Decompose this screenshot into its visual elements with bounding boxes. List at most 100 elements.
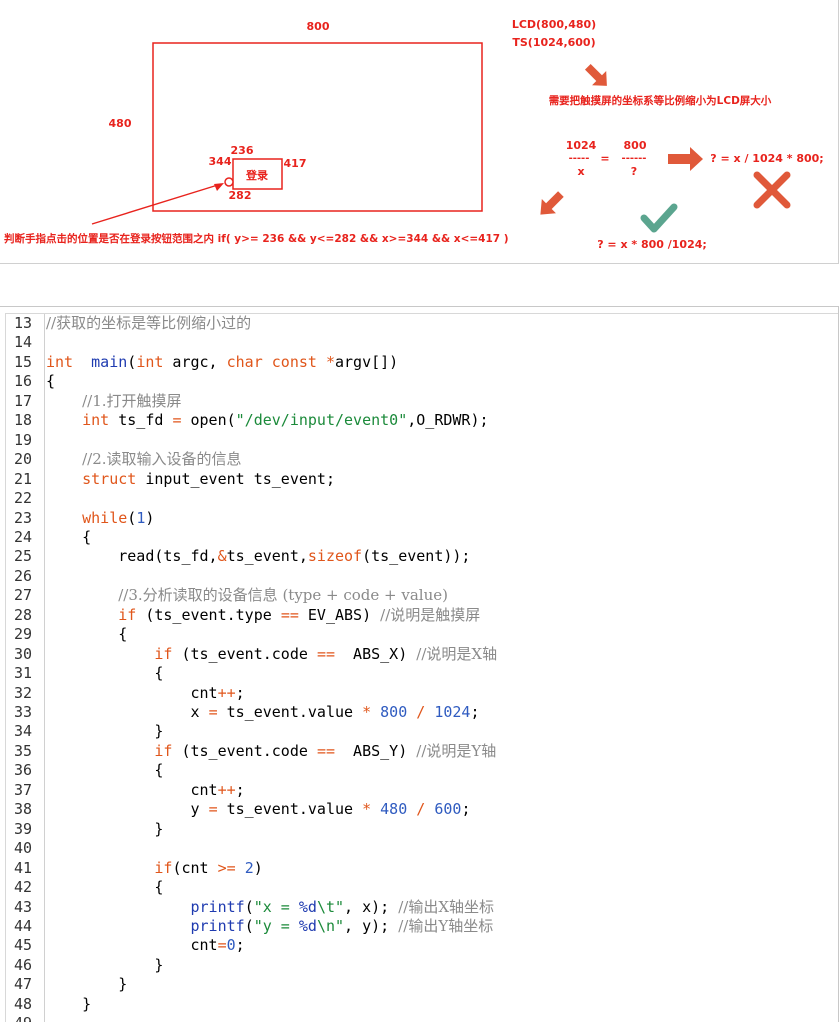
- code-token: =: [208, 800, 218, 819]
- code-token: ts_event,: [226, 547, 308, 566]
- code-line: 47 }: [6, 975, 127, 994]
- code-token: cnt: [46, 936, 218, 955]
- code-text: if (ts_event.type == EV_ABS) //说明是触摸屏: [46, 606, 480, 624]
- code-line: 29 {: [6, 625, 127, 644]
- code-text: //获取的坐标是等比例缩小过的: [46, 314, 251, 332]
- code-line: 22: [6, 489, 46, 508]
- line-number: 16: [13, 372, 33, 391]
- code-line: 25 read(ts_fd,&ts_event,sizeof(ts_event)…: [6, 547, 471, 566]
- line-number: 26: [13, 566, 33, 585]
- arrow-right-icon: [668, 147, 703, 171]
- code-token: {: [46, 878, 164, 897]
- code-line: 39 }: [6, 820, 163, 839]
- code-token: ;: [235, 936, 245, 955]
- code-token: ,O_RDWR);: [407, 411, 489, 430]
- code-token: argv[]): [335, 352, 399, 371]
- btn-right-label: 417: [284, 157, 307, 170]
- btn-bottom-label: 282: [229, 189, 252, 202]
- code-token: }: [46, 819, 164, 838]
- code-token: (: [244, 897, 254, 916]
- line-number: 35: [13, 741, 33, 760]
- code-line: 19: [6, 431, 46, 450]
- code-text: }: [46, 820, 163, 838]
- line-number: 34: [13, 722, 33, 741]
- code-token: 1: [136, 508, 146, 527]
- code-token: int: [46, 352, 74, 371]
- code-token: if: [118, 605, 137, 624]
- code-line: 38 y = ts_event.value * 480 / 600;: [6, 800, 471, 819]
- code-line: 34 }: [6, 722, 163, 741]
- code-line: 26: [6, 567, 46, 586]
- code-token: , x);: [344, 897, 399, 916]
- line-number: 41: [13, 858, 33, 877]
- code-text: if(cnt >= 2): [46, 858, 262, 877]
- line-number: 38: [13, 800, 33, 819]
- code-token: *: [362, 703, 372, 721]
- code-token: 0: [226, 936, 236, 955]
- code-token: 1024: [434, 703, 471, 721]
- code-line: 37 cnt++;: [6, 781, 245, 800]
- line-number: 32: [13, 683, 33, 702]
- code-token: printf: [190, 897, 245, 916]
- code-token: argc,: [163, 352, 227, 371]
- height-label: 480: [109, 117, 132, 130]
- line-number: 27: [13, 586, 33, 605]
- code-token: {: [46, 527, 92, 546]
- code-token: //1.打开触摸屏: [82, 391, 182, 410]
- right-formula: ? = x * 800 /1024;: [597, 238, 707, 251]
- line-number: 43: [13, 897, 33, 916]
- code-token: {: [46, 625, 128, 644]
- code-line: 45 cnt=0;: [6, 936, 245, 955]
- code-token: (ts_event.code: [172, 741, 317, 760]
- code-token: struct: [82, 469, 137, 488]
- code-text: printf("x = %d\t", x); //输出X轴坐标: [46, 897, 495, 916]
- code-text: {: [46, 528, 91, 546]
- code-token: 2: [244, 858, 254, 877]
- code-token: \n": [316, 916, 345, 935]
- line-number: 33: [13, 703, 33, 721]
- line-number: 21: [13, 469, 33, 488]
- code-line: 13 //获取的坐标是等比例缩小过的: [6, 314, 251, 333]
- code-token: ABS_X): [335, 644, 417, 663]
- code-text: {: [46, 625, 127, 643]
- line-number: 40: [13, 839, 33, 858]
- code-token: "/dev/input/event0": [235, 411, 408, 430]
- code-token: (ts_event.code: [172, 644, 317, 663]
- code-line: 32 cnt++;: [6, 684, 245, 703]
- code-token: %d: [298, 916, 317, 935]
- line-number: 20: [13, 450, 33, 469]
- frac-right-numerator: 800: [624, 139, 647, 152]
- code-token: if: [154, 644, 173, 663]
- code-token: 800: [380, 703, 408, 721]
- frac-right-dash: ------: [622, 153, 647, 164]
- code-text: {: [46, 878, 163, 896]
- code-text: x = ts_event.value * 800 / 1024;: [46, 703, 479, 721]
- code-token: ==: [316, 644, 335, 663]
- pointer-arrowhead: [214, 183, 224, 191]
- code-text: cnt=0;: [46, 936, 245, 955]
- code-token: (ts_event.type: [136, 605, 281, 624]
- code-text: if (ts_event.code == ABS_Y) //说明是Y轴: [46, 742, 496, 760]
- code-token: &: [217, 547, 227, 566]
- code-token: {: [46, 664, 164, 683]
- code-token: ++: [217, 780, 236, 799]
- frac-right-denominator: ?: [631, 165, 637, 178]
- code-line: 48 }: [6, 995, 91, 1014]
- code-token: if: [154, 741, 173, 760]
- code-text: int ts_fd = open("/dev/input/event0",O_R…: [46, 411, 489, 430]
- line-number: 30: [13, 644, 33, 663]
- code-token: \t": [316, 897, 345, 916]
- line-number: 48: [13, 994, 33, 1013]
- code-line: 17 //1.打开触摸屏: [6, 392, 182, 411]
- arrow-down-right-icon: [584, 63, 607, 86]
- code-token: ;: [235, 683, 245, 702]
